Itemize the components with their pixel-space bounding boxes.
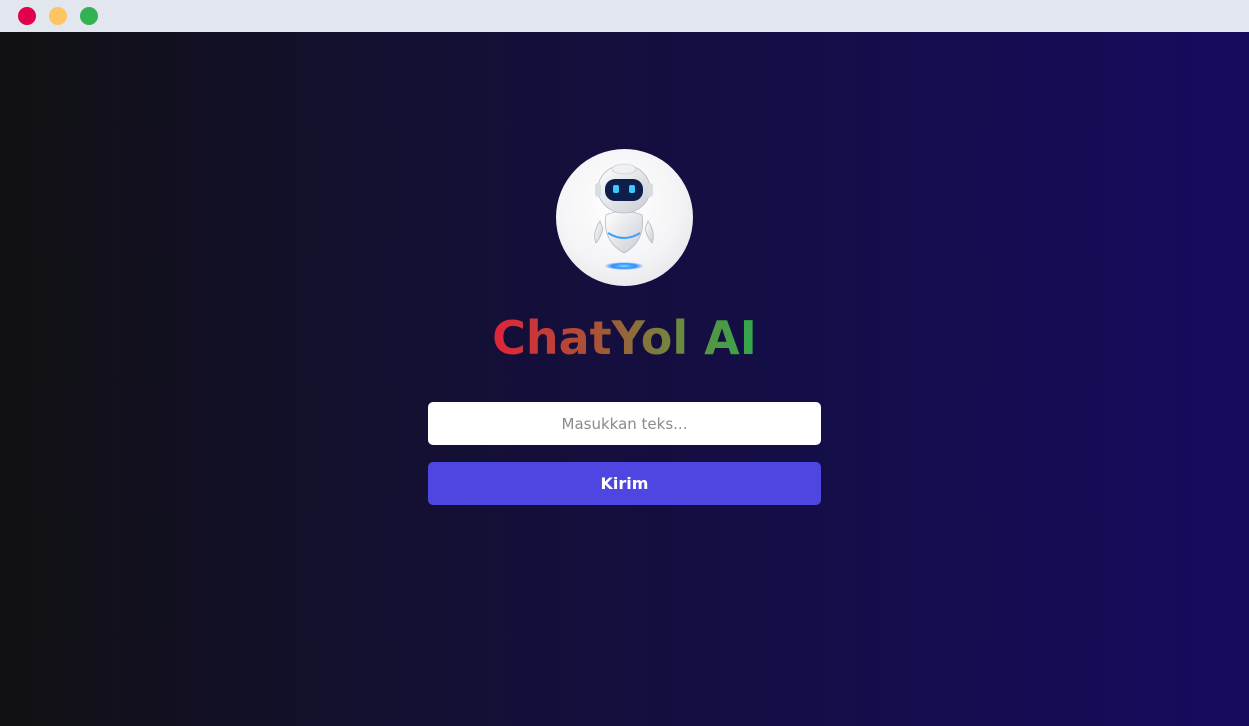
robot-icon [556,149,693,286]
maximize-window-button[interactable] [80,7,98,25]
text-input[interactable] [428,402,821,445]
window-titlebar [0,0,1249,32]
app-title: ChatYol AI [0,310,1249,366]
app-title-text: ChatYol AI [492,311,757,365]
minimize-window-button[interactable] [49,7,67,25]
send-button[interactable]: Kirim [428,462,821,505]
app-window: ChatYol AI Kirim [0,0,1249,726]
close-window-button[interactable] [18,7,36,25]
main-content: ChatYol AI Kirim [0,32,1249,726]
